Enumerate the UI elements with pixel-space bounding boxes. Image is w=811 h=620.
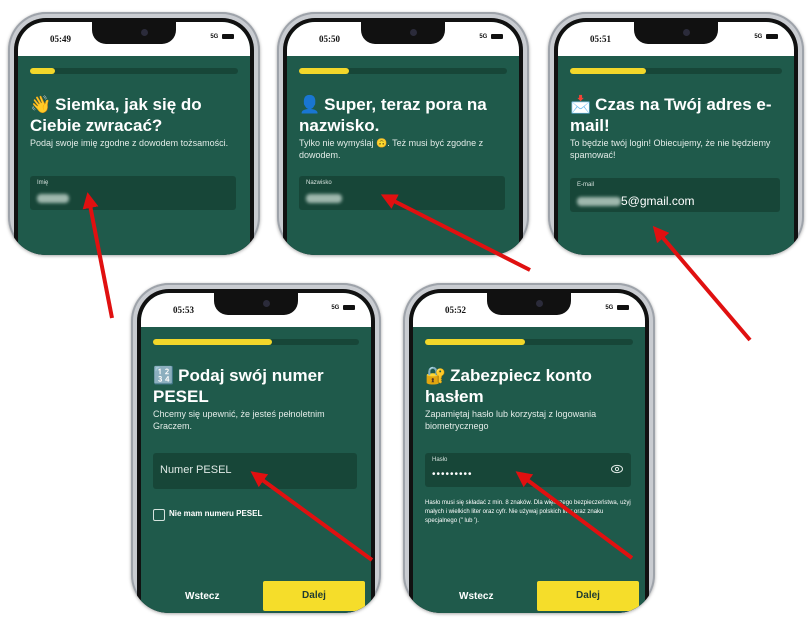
- arrow-to-surname-field: [380, 194, 531, 272]
- arrow-to-pesel-field: [250, 471, 374, 562]
- arrow-to-name-field: [82, 192, 114, 319]
- arrow-to-email-field: [652, 225, 752, 342]
- annotation-arrows: [82, 192, 752, 562]
- arrow-to-password-field: [515, 471, 634, 560]
